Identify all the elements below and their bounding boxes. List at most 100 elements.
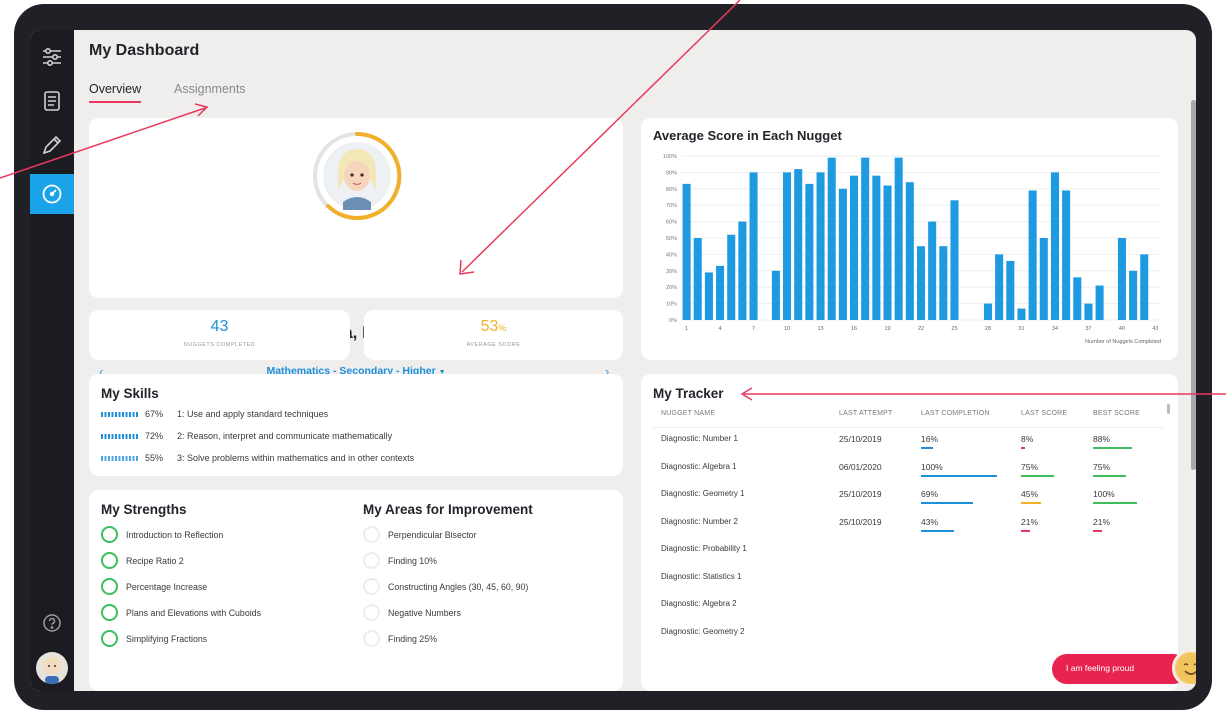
skill-percent: 67% [145, 409, 164, 419]
main-content: My Dashboard Overview Assignments Amara,… [74, 30, 1196, 691]
best-score-bar [1093, 474, 1126, 477]
bar [883, 185, 892, 320]
strength-item[interactable]: Simplifying Fractions [101, 630, 207, 647]
column-header-last-score[interactable]: LAST SCORE [1021, 410, 1067, 417]
tracker-title: My Tracker [653, 386, 724, 401]
nuggets-completed-value: 43 [210, 318, 229, 335]
skill-text: 1: Use and apply standard techniques [177, 409, 329, 419]
bar [682, 183, 691, 320]
x-tick-label: 37 [1085, 326, 1091, 332]
nugget-name[interactable]: Diagnostic: Algebra 2 [661, 599, 737, 608]
column-header-last-attempt[interactable]: LAST ATTEMPT [839, 410, 893, 417]
improvement-item[interactable]: Finding 10% [363, 552, 437, 569]
average-score-card: 53% AVERAGE SCORE [364, 310, 623, 360]
improvement-item[interactable]: Finding 25% [363, 630, 437, 647]
avatar[interactable] [36, 652, 68, 684]
feeling-label: I am feeling proud [1066, 663, 1135, 673]
strength-item[interactable]: Percentage Increase [101, 578, 207, 595]
bar [1006, 260, 1015, 320]
improvement-label: Constructing Angles (30, 45, 60, 90) [388, 581, 529, 592]
feeling-button[interactable]: I am feeling proud [1052, 654, 1188, 684]
bar [704, 272, 713, 320]
y-tick-label: 40% [666, 252, 677, 258]
progress-ring-icon [101, 604, 118, 621]
strength-label: Percentage Increase [126, 581, 208, 592]
nugget-name[interactable]: Diagnostic: Geometry 2 [661, 627, 745, 636]
bar [693, 238, 702, 320]
x-tick-label: 22 [918, 326, 924, 332]
column-header-best-score[interactable]: BEST SCORE [1093, 410, 1140, 417]
bar [771, 270, 780, 320]
last-completion: 100% [921, 461, 943, 472]
average-score-label: AVERAGE SCORE [466, 342, 521, 348]
bar [838, 188, 847, 320]
profile-card: Amara, Pavan ‹ Mathematics - Secondary -… [89, 118, 623, 379]
bar [950, 200, 959, 320]
bar [939, 246, 948, 320]
best-score-bar [1093, 447, 1132, 449]
nugget-name[interactable]: Diagnostic: Number 1 [661, 434, 738, 443]
skill-percent: 55% [145, 453, 164, 463]
improvement-label: Finding 25% [388, 633, 437, 644]
improvement-item[interactable]: Negative Numbers [363, 604, 461, 621]
smiley-icon[interactable] [1172, 649, 1196, 687]
skill-progress-bar [101, 433, 139, 439]
column-header-nugget-name[interactable]: NUGGET NAME [661, 410, 715, 417]
strength-item[interactable]: Introduction to Reflection [101, 526, 223, 543]
last-score-bar [1021, 474, 1054, 477]
pen-icon[interactable] [30, 126, 74, 164]
improvement-item[interactable]: Perpendicular Bisector [363, 526, 477, 543]
profile-avatar [311, 130, 403, 222]
page-scrollbar[interactable] [1191, 100, 1196, 470]
nuggets-completed-label: NUGGETS COMPLETED [183, 342, 256, 348]
column-header-last-completion[interactable]: LAST COMPLETION [921, 410, 990, 417]
tab-overview[interactable]: Overview [89, 82, 142, 103]
best-score-bar [1093, 502, 1137, 504]
last-attempt: 25/10/2019 [839, 489, 882, 499]
y-tick-label: 80% [666, 187, 677, 193]
progress-ring-icon [101, 552, 118, 569]
bar [1039, 238, 1048, 320]
x-tick-label: 31 [1018, 326, 1024, 332]
nugget-name[interactable]: Diagnostic: Statistics 1 [661, 572, 741, 581]
progress-ring-icon [363, 578, 380, 595]
skill-text: 3: Solve problems within mathematics and… [177, 453, 415, 463]
help-icon[interactable] [30, 604, 74, 642]
nugget-name[interactable]: Diagnostic: Probability 1 [661, 544, 747, 553]
best-score: 100% [1093, 489, 1115, 499]
average-score-unit: % [498, 323, 507, 333]
x-tick-label: 7 [752, 326, 755, 332]
last-score: 75% [1021, 461, 1039, 472]
table-scrollbar[interactable] [1167, 404, 1170, 414]
bar [850, 175, 859, 320]
best-score: 88% [1093, 434, 1111, 444]
nugget-name[interactable]: Diagnostic: Algebra 1 [661, 462, 737, 471]
x-tick-label: 43 [1152, 326, 1158, 332]
progress-ring-icon [363, 630, 380, 647]
nugget-name[interactable]: Diagnostic: Geometry 1 [661, 489, 745, 498]
strength-item[interactable]: Recipe Ratio 2 [101, 552, 184, 569]
y-tick-label: 50% [666, 236, 677, 242]
y-tick-label: 10% [666, 302, 677, 308]
gauge-icon[interactable] [30, 174, 74, 214]
bar [716, 265, 725, 320]
bar [928, 221, 937, 320]
document-icon[interactable] [30, 82, 74, 120]
bar [805, 183, 814, 320]
sliders-icon[interactable] [30, 38, 74, 76]
nugget-name[interactable]: Diagnostic: Number 2 [661, 517, 738, 526]
average-score-chart-card: Average Score in Each Nugget 0% 10% 20% 30%… [641, 118, 1178, 360]
y-tick-label: 60% [666, 220, 677, 226]
y-tick-label: 0% [669, 318, 677, 324]
best-score: 75% [1093, 461, 1111, 472]
last-attempt: 25/10/2019 [839, 434, 882, 444]
app-screen: My Dashboard Overview Assignments Amara,… [30, 30, 1196, 691]
strength-label: Introduction to Reflection [126, 529, 224, 540]
strength-item[interactable]: Plans and Elevations with Cuboids [101, 604, 261, 621]
sidebar [30, 30, 74, 691]
tab-assignments[interactable]: Assignments [174, 82, 246, 96]
bar [861, 157, 870, 320]
x-tick-label: 28 [985, 326, 991, 332]
y-tick-label: 70% [666, 203, 677, 209]
improvement-item[interactable]: Constructing Angles (30, 45, 60, 90) [363, 578, 528, 595]
